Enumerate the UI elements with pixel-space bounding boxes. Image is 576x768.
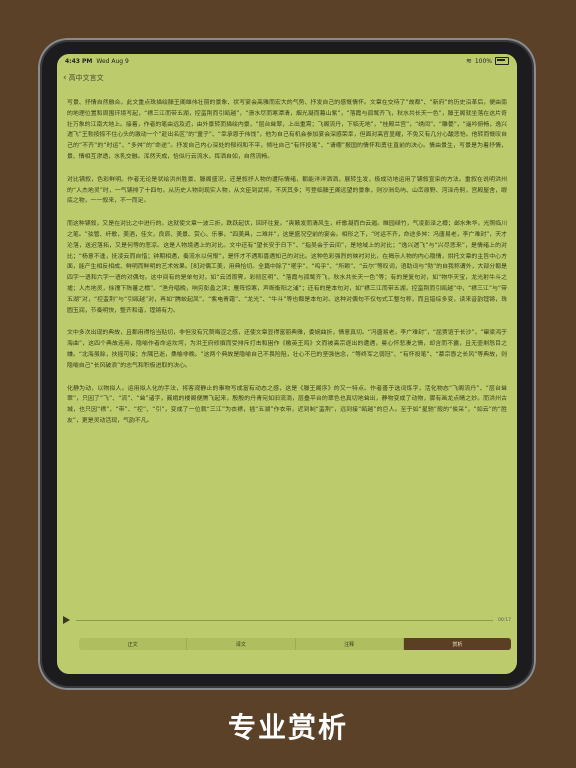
player-time: 00:17 [498,617,511,623]
back-label: 高中文言文 [68,74,104,82]
wifi-icon: ≋ [465,57,472,65]
paragraph: 写景、抒情自然融合。此文重点珠描绘滕王阁雄伟壮丽的景象、状写宴会高雅而宏大的气势… [67,100,507,160]
status-bar: 4:43 PM Wed Aug 9 ≋ 100% [57,54,517,68]
tab-original[interactable]: 正文 [79,638,188,650]
chevron-left-icon: ‹ [63,73,67,83]
segment-tabs: 正文 译文 注释 赏析 [79,638,511,650]
tab-translation[interactable]: 译文 [187,638,296,650]
paragraph: 化静为动，以物拟人。运用拟人化的手法，将客观静止的事物写成富有动态之感，这是《滕… [67,385,507,424]
tab-appreciation[interactable]: 赏析 [403,638,511,650]
paragraph: 对比铺叙，色彩鲜明。作者无论是状绘洪州胜景、滕阁盛况，还是叙抒人物的遭际情绪，都… [67,176,507,205]
promo-caption: 专业赏析 [227,711,348,744]
back-button[interactable]: ‹ 高中文言文 [63,71,104,85]
battery-icon [495,57,509,65]
battery-percent: 100% [474,57,492,65]
progress-track[interactable] [76,619,494,621]
paragraph: 文中多次出现的典故，且都用得恰当贴切，非但没有冗赘晦涩之感，还使文章显得富丽典雅… [67,330,507,369]
app-screen: 4:43 PM Wed Aug 9 ≋ 100% ‹ 高中文言文 写景、抒情自然… [57,54,517,674]
play-icon[interactable] [63,616,70,624]
paragraph: 而这种铺叙，又是在对比之中进行的。这就使文章一波三折，跌跃起伏，回环往复。“爽籁… [67,221,507,314]
status-date: Wed Aug 9 [96,57,129,65]
status-right: ≋ 100% [466,57,509,65]
status-time: 4:43 PM [65,57,93,65]
audio-player: 00:17 [63,614,511,626]
article-content[interactable]: 写景、抒情自然融合。此文重点珠描绘滕王阁雄伟壮丽的景象、状写宴会高雅而宏大的气势… [67,98,507,650]
tab-notes[interactable]: 注释 [296,638,404,650]
